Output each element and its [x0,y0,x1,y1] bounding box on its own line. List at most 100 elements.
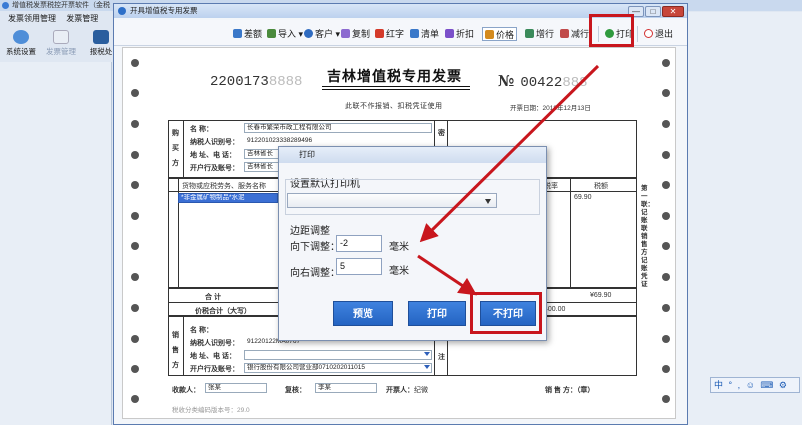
total-in-words-label: 价税合计（大写） [195,308,251,315]
seller-bank-value: 银行股份有限公司营业部0710202011015 [247,364,366,371]
seller-stamp-label: 销 售 方：（章） [545,387,595,394]
exit-label: 退出 [655,29,674,39]
remove-row-button[interactable]: 减行 [560,27,589,41]
ime-keyboard-icon[interactable]: ⌨ [760,380,773,390]
tax-code-version: 税收分类编码版本号：29.0 [172,407,250,414]
seller-side-label: 销 [172,332,179,339]
invoice-code-prefix: 2200173 [210,74,269,90]
ime-punct[interactable]: ° [729,380,733,390]
copy-button[interactable]: 复制 [341,27,370,41]
menu-invoice-manage[interactable]: 发票管理 [66,14,98,23]
red-invoice-label: 红字 [386,29,405,39]
move-right-input[interactable]: 5 [336,258,382,275]
payee-label: 收款人： [172,387,200,394]
printer-select[interactable] [287,193,497,208]
price-icon [485,30,494,39]
remove-row-icon [560,29,569,38]
invoice-title-underline [322,86,470,90]
reviewer-label: 复核： [285,387,306,394]
invoice-manage-label: 发票管理 [46,47,76,56]
tax-report-label: 报税处 [89,47,113,56]
reviewer-field[interactable]: 李某 [315,383,377,393]
discount-button[interactable]: 折扣 [445,27,474,41]
bg-right-panel [688,12,802,425]
move-down-unit: 毫米 [389,242,409,253]
bg-menu-bar: 发票领用管理 发票管理 [0,12,120,26]
move-down-input[interactable]: -2 [336,235,382,252]
list-button[interactable]: 清单 [410,27,439,41]
customer-icon [304,29,313,38]
dialog-print-button[interactable]: 打印 [408,301,466,326]
ime-width[interactable]: , [738,380,741,390]
preview-button[interactable]: 预览 [333,301,393,326]
seller-side-label: 售 [172,347,179,354]
print-button-highlight [589,14,634,47]
remark-label: 注 [438,354,445,361]
bg-toolbar: 系统设置 发票管理 报税处 [0,28,120,60]
list-label: 清单 [421,29,440,39]
seller-bank-label: 开户行及账号： [190,366,239,373]
buyer-side-label: 方 [172,160,179,167]
total-tax-value: ¥69.90 [590,292,612,299]
ime-toolbar[interactable]: 中 ° , ☺ ⌨ ⚙ [710,377,800,393]
move-right-label: 向右调整： [290,268,340,279]
discount-icon [445,29,454,38]
import-button[interactable]: 导入 ▾ [267,27,303,41]
drawer-label: 开票人： [386,387,414,394]
invoice-manage-button[interactable]: 发票管理 [42,28,80,60]
system-settings-label: 系统设置 [6,47,36,56]
buyer-taxid-field[interactable]: 912201023338289496 [244,136,432,146]
add-row-icon [525,29,534,38]
invoice-window-title: 开具增值税专用发票 [130,6,198,15]
customer-label: 客户 [315,29,334,39]
drawer: 开票人：纪微 [386,385,428,395]
print-dialog-title: 打印 [279,147,546,163]
red-invoice-icon [375,29,384,38]
buyer-name-label: 名 称： [190,126,213,133]
invoice-number: № 00422888 [498,72,588,91]
add-row-label: 增行 [536,29,555,39]
items-header-tax: 税额 [594,183,608,190]
menu-invoice-issue[interactable]: 发票领用管理 [8,14,56,23]
margin-adjust-label: 边距调整 [290,226,330,237]
chevron-down-icon [424,365,430,369]
list-icon [410,29,419,38]
import-label: 导入 [278,29,297,39]
system-settings-button[interactable]: 系统设置 [2,28,40,60]
date-label: 开票日期： [510,105,543,112]
maximize-button[interactable]: □ [645,6,661,17]
seller-address-label: 地 址、电 话： [190,353,236,360]
ime-settings-icon[interactable]: ⚙ [779,380,787,390]
red-invoice-button[interactable]: 红字 [375,27,404,41]
move-right-unit: 毫米 [389,266,409,277]
bg-left-panel [0,62,112,425]
close-button[interactable]: ✕ [662,6,684,17]
difference-button[interactable]: 差额 [233,27,262,41]
drawer-value: 纪微 [414,387,428,394]
price-button[interactable]: 价格 [482,27,518,41]
difference-icon [233,29,242,38]
power-icon [644,29,653,38]
price-label: 价格 [496,30,515,40]
buyer-side-label: 买 [172,145,179,152]
item-row-1-name[interactable]: *非金属矿物制品*水泥 [178,193,278,203]
chevron-down-icon [424,352,430,356]
move-down-label: 向下调整： [290,242,340,253]
buyer-side-label: 购 [172,130,179,137]
add-row-button[interactable]: 增行 [525,27,554,41]
exit-button[interactable]: 退出 [644,27,673,41]
item-row-1-tax: 69.90 [574,194,592,201]
invoice-code-hidden: 8888 [268,74,303,90]
seller-address-field[interactable] [244,350,432,360]
payee-field[interactable]: 张某 [205,383,267,393]
window-icon [118,7,126,15]
ime-chinese-mode[interactable]: 中 [714,380,723,390]
import-icon [267,29,276,38]
buyer-name-field[interactable]: 长春市繁荣市政工程有限公司 [244,123,432,133]
ime-emoji-icon[interactable]: ☺ [746,380,755,390]
invoice-icon [53,30,69,44]
customer-button[interactable]: 客户 ▾ [304,27,340,41]
monitor-icon [93,30,109,44]
seller-bank-field[interactable]: 银行股份有限公司营业部0710202011015 [244,363,432,373]
total-amount-value: 400.00 [544,306,566,313]
